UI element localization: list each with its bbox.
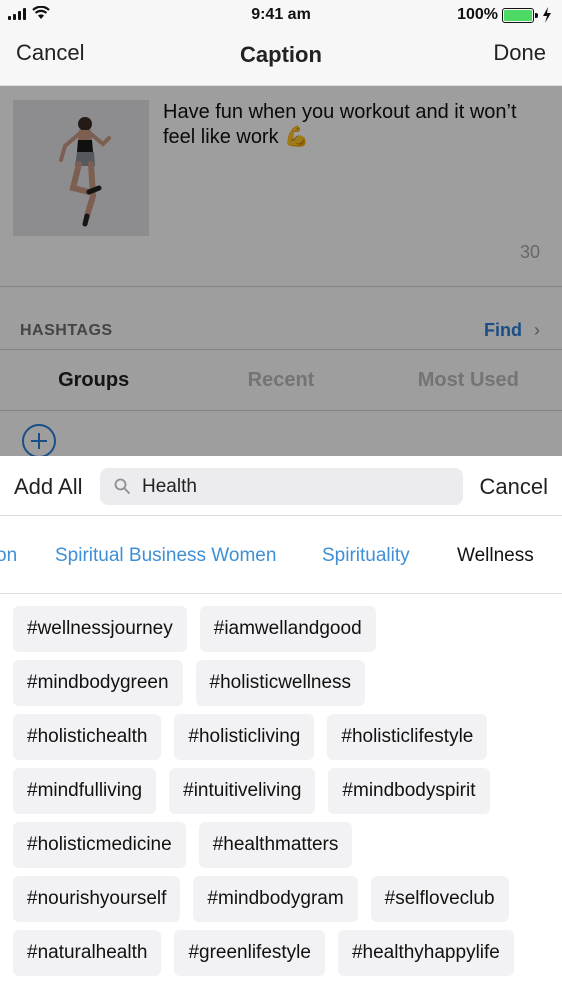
charging-bolt-icon: [543, 7, 551, 23]
hashtag-groups-scroller[interactable]: on Spiritual Business Women Spirituality…: [0, 517, 562, 594]
battery-icon: [502, 7, 538, 23]
hashtag-chip[interactable]: #holisticlifestyle: [327, 714, 488, 760]
hashtag-chip[interactable]: #healthyhappylife: [337, 930, 514, 976]
hashtag-list: #wellnessjourney #iamwellandgood #mindbo…: [0, 606, 562, 1000]
page-title: Caption: [240, 42, 322, 67]
status-bar: 9:41 am 100%: [0, 0, 562, 30]
tag-row: #mindfulliving #intuitiveliving #mindbod…: [0, 768, 562, 814]
hashtag-chip[interactable]: #selfloveclub: [370, 876, 509, 922]
hashtag-chip[interactable]: #iamwellandgood: [199, 606, 376, 652]
tag-row: #naturalhealth #greenlifestyle #healthyh…: [0, 930, 562, 976]
search-input[interactable]: [142, 474, 442, 500]
group-item[interactable]: Spirituality: [322, 545, 410, 567]
hashtag-chip[interactable]: #holistichealth: [13, 714, 162, 760]
hashtag-chip[interactable]: #nourishyourself: [13, 876, 181, 922]
search-cancel-button[interactable]: Cancel: [480, 474, 548, 500]
hashtag-chip[interactable]: #mindbodygram: [193, 876, 358, 922]
hashtag-chip[interactable]: #holisticwellness: [195, 660, 366, 706]
nav-done-button[interactable]: Done: [493, 40, 546, 66]
hashtag-chip[interactable]: #healthmatters: [198, 822, 353, 868]
hashtag-chip[interactable]: #mindbodyspirit: [328, 768, 490, 814]
navigation-bar: Cancel Caption Done: [0, 30, 562, 86]
hashtag-chip[interactable]: #naturalhealth: [13, 930, 162, 976]
hashtag-chip[interactable]: #wellnessjourney: [13, 606, 187, 652]
hashtag-search-sheet: Add All Cancel on Spiritual Business Wom…: [0, 456, 562, 1000]
hashtag-chip[interactable]: #intuitiveliving: [169, 768, 316, 814]
add-all-button[interactable]: Add All: [14, 474, 83, 500]
status-right: 100%: [457, 6, 552, 24]
hashtag-chip[interactable]: #mindfulliving: [13, 768, 157, 814]
hashtag-chip[interactable]: #greenlifestyle: [174, 930, 325, 976]
battery-percent: 100%: [457, 6, 498, 23]
group-item[interactable]: on: [0, 545, 17, 567]
tag-row: #holisticmedicine #healthmatters: [0, 822, 562, 868]
tag-row: #mindbodygreen #holisticwellness: [0, 660, 562, 706]
dim-overlay[interactable]: [0, 86, 562, 456]
tag-row: #nourishyourself #mindbodygram #selflove…: [0, 876, 562, 922]
group-item[interactable]: Spiritual Business Women: [55, 545, 276, 567]
search-icon: [114, 478, 130, 494]
tag-row: #wellnessjourney #iamwellandgood: [0, 606, 562, 652]
hashtag-chip[interactable]: #holisticmedicine: [13, 822, 186, 868]
group-item-selected[interactable]: Wellness: [457, 545, 534, 567]
hashtag-chip[interactable]: #mindbodygreen: [13, 660, 183, 706]
tag-row: #holistichealth #holisticliving #holisti…: [0, 714, 562, 760]
caption-screen: 9:41 am 100% Cancel Caption Done Have fu…: [0, 0, 562, 1000]
hashtag-chip[interactable]: #holisticliving: [174, 714, 315, 760]
search-field[interactable]: [100, 468, 463, 505]
search-bar-row: Add All Cancel: [0, 456, 562, 516]
